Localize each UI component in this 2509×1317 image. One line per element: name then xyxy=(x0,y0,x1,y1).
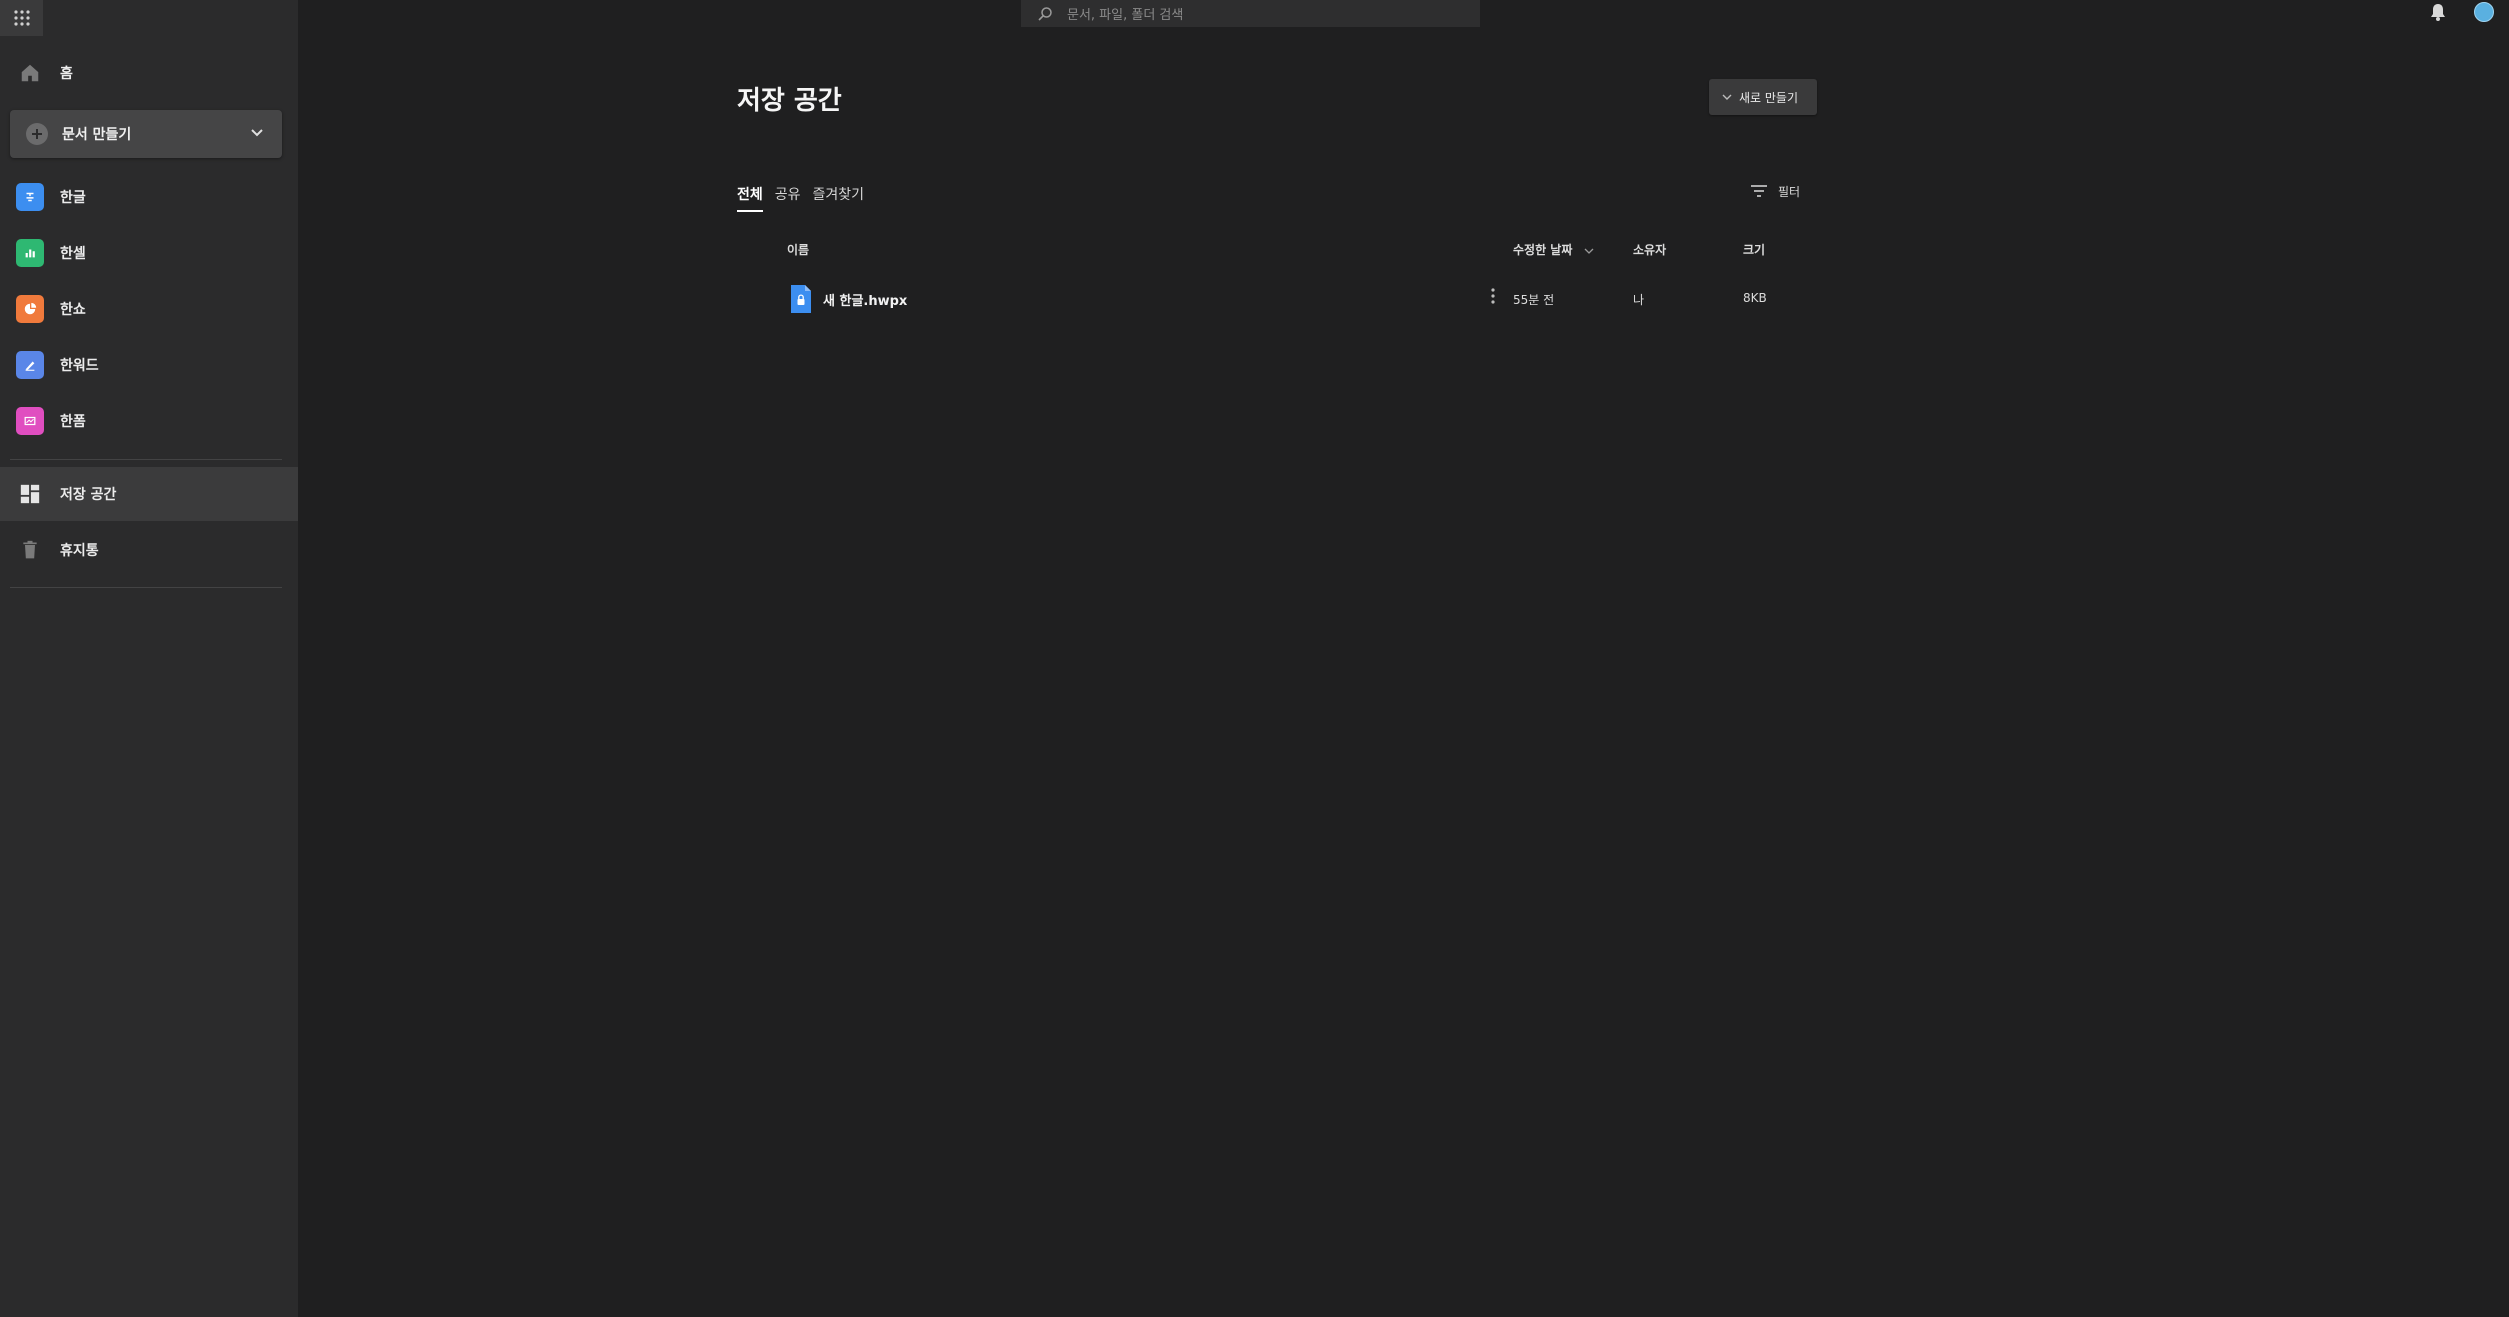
sidebar-item-label: 한폼 xyxy=(60,414,86,430)
hanshow-app-icon xyxy=(16,295,44,323)
home-icon xyxy=(16,59,44,87)
sidebar-item-label: 한셀 xyxy=(60,246,86,262)
column-header-modified[interactable]: 수정한 날짜 xyxy=(1513,241,1595,258)
column-header-size[interactable]: 크기 xyxy=(1743,241,1765,258)
filter-icon xyxy=(1751,185,1767,197)
tab-favorites[interactable]: 즐겨찾기 xyxy=(813,184,865,212)
sidebar-item-label: 홈 xyxy=(60,66,73,82)
chevron-down-icon xyxy=(1722,94,1732,100)
sidebar: 홈 문서 만들기 한글 한셀 한쇼 한워드 한폼 저장 공간 휴지통 xyxy=(0,0,298,1317)
new-button[interactable]: 새로 만들기 xyxy=(1709,79,1817,115)
sidebar-item-hancell[interactable]: 한셀 xyxy=(0,226,298,280)
sidebar-item-hanword[interactable]: 한워드 xyxy=(0,338,298,392)
page-title: 저장 공간 xyxy=(737,86,842,116)
hangul-app-icon xyxy=(16,183,44,211)
sidebar-divider xyxy=(10,587,282,588)
search-icon xyxy=(1038,6,1052,21)
filter-button[interactable]: 필터 xyxy=(1750,182,1800,200)
new-button-label: 새로 만들기 xyxy=(1739,90,1799,105)
plus-icon xyxy=(26,123,48,145)
search-input[interactable]: 문서, 파일, 폴더 검색 xyxy=(1021,0,1480,27)
file-size: 8KB xyxy=(1743,291,1767,305)
file-owner: 나 xyxy=(1633,293,1645,307)
chevron-down-icon xyxy=(251,129,263,137)
column-header-owner[interactable]: 소유자 xyxy=(1633,241,1666,258)
sidebar-item-storage[interactable]: 저장 공간 xyxy=(0,467,298,521)
tab-all[interactable]: 전체 xyxy=(737,184,763,212)
bell-icon[interactable] xyxy=(2428,2,2448,22)
sidebar-item-hangul[interactable]: 한글 xyxy=(0,170,298,224)
storage-dashboard-icon xyxy=(16,480,44,508)
sidebar-item-label: 휴지통 xyxy=(60,543,99,559)
sidebar-item-label: 한워드 xyxy=(60,358,99,374)
trash-icon xyxy=(16,536,44,564)
app-launcher-button[interactable] xyxy=(0,0,43,36)
hanword-app-icon xyxy=(16,351,44,379)
sidebar-item-home[interactable]: 홈 xyxy=(0,46,298,100)
sidebar-divider xyxy=(10,459,282,460)
column-header-name[interactable]: 이름 xyxy=(787,241,809,258)
filter-label: 필터 xyxy=(1778,184,1801,199)
avatar[interactable] xyxy=(2474,2,2494,22)
hwpx-file-icon xyxy=(791,285,811,313)
file-modified: 55분 전 xyxy=(1513,293,1555,307)
sort-descending-icon xyxy=(1584,248,1594,254)
tab-shared[interactable]: 공유 xyxy=(775,184,801,212)
column-header-label: 수정한 날짜 xyxy=(1513,243,1573,257)
tab-bar: 전체 공유 즐겨찾기 xyxy=(737,184,864,212)
sidebar-item-label: 저장 공간 xyxy=(60,487,117,503)
grid-icon xyxy=(13,10,30,26)
file-name[interactable]: 새 한글.hwpx xyxy=(823,290,907,309)
sidebar-item-hanform[interactable]: 한폼 xyxy=(0,394,298,448)
search-placeholder: 문서, 파일, 폴더 검색 xyxy=(1067,8,1184,23)
sidebar-item-label: 한쇼 xyxy=(60,302,86,318)
hanform-app-icon xyxy=(16,407,44,435)
more-vertical-icon[interactable] xyxy=(1485,286,1501,306)
sidebar-item-trash[interactable]: 휴지통 xyxy=(0,523,298,577)
table-row[interactable]: 새 한글.hwpx 55분 전 나 8KB xyxy=(737,278,1817,318)
sidebar-item-hanshow[interactable]: 한쇼 xyxy=(0,282,298,336)
sidebar-item-label: 한글 xyxy=(60,190,86,206)
create-document-label: 문서 만들기 xyxy=(62,127,132,143)
create-document-button[interactable]: 문서 만들기 xyxy=(10,110,282,158)
hancell-app-icon xyxy=(16,239,44,267)
